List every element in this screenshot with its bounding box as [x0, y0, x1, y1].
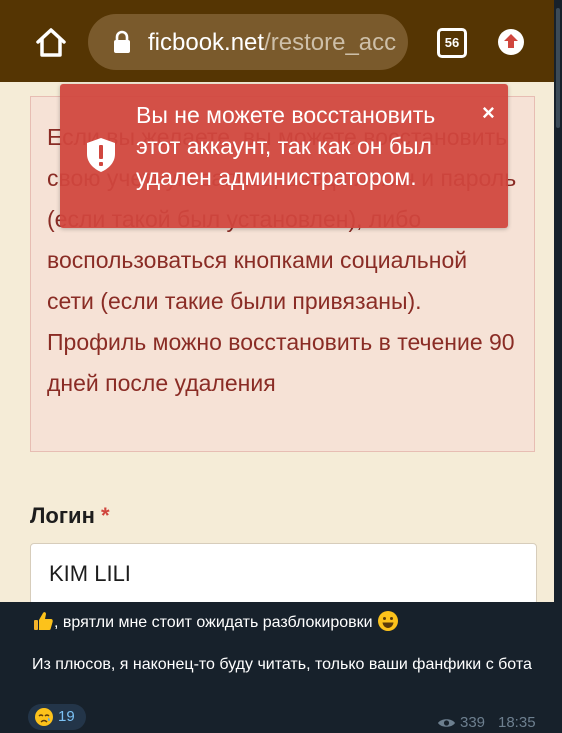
views-count: 339	[460, 714, 486, 731]
home-icon[interactable]	[34, 25, 68, 59]
scrollbar[interactable]	[554, 0, 562, 602]
login-label: Логин *	[30, 502, 110, 530]
url-text: ficbook.net/restore_acc	[148, 28, 398, 58]
chat-message: , врятли мне стоит ожидать разблокировки…	[0, 602, 562, 731]
shield-warning-icon	[87, 138, 115, 172]
thumbs-up-emoji-icon	[34, 612, 53, 630]
address-bar[interactable]: ficbook.net/restore_acc	[88, 14, 408, 70]
eye-icon	[438, 719, 455, 727]
reaction-count: 19	[58, 708, 75, 725]
toast-message: Вы не можете восстановить этот аккаунт, …	[136, 102, 436, 190]
error-toast: Вы не можете восстановить этот аккаунт, …	[60, 84, 508, 228]
required-mark: *	[100, 503, 110, 528]
grinning-emoji-icon	[378, 611, 399, 631]
url-domain: ficbook.net	[148, 29, 265, 56]
upload-icon[interactable]	[497, 28, 525, 56]
login-input[interactable]	[30, 543, 537, 602]
screenshot-photo: ficbook.net/restore_acc 56 Если вы желае…	[0, 0, 554, 602]
message-line-1-text: , врятли мне стоит ожидать разблокировки	[54, 614, 373, 631]
browser-toolbar: ficbook.net/restore_acc 56	[0, 0, 554, 82]
scroll-thumb[interactable]	[556, 8, 560, 128]
lock-icon	[114, 30, 130, 53]
crying-face-emoji-icon	[35, 708, 53, 726]
message-line-2: Из плюсов, я наконец-то буду читать, тол…	[32, 656, 532, 673]
tabs-counter-button[interactable]: 56	[437, 28, 467, 58]
url-path: /restore_acc	[264, 29, 397, 56]
message-time: 18:35	[498, 714, 536, 731]
reaction-badge[interactable]: 19	[28, 704, 86, 730]
login-label-text: Логин	[30, 503, 95, 528]
message-line-1: , врятли мне стоит ожидать разблокировки	[32, 610, 542, 634]
close-icon[interactable]: ×	[482, 102, 500, 124]
